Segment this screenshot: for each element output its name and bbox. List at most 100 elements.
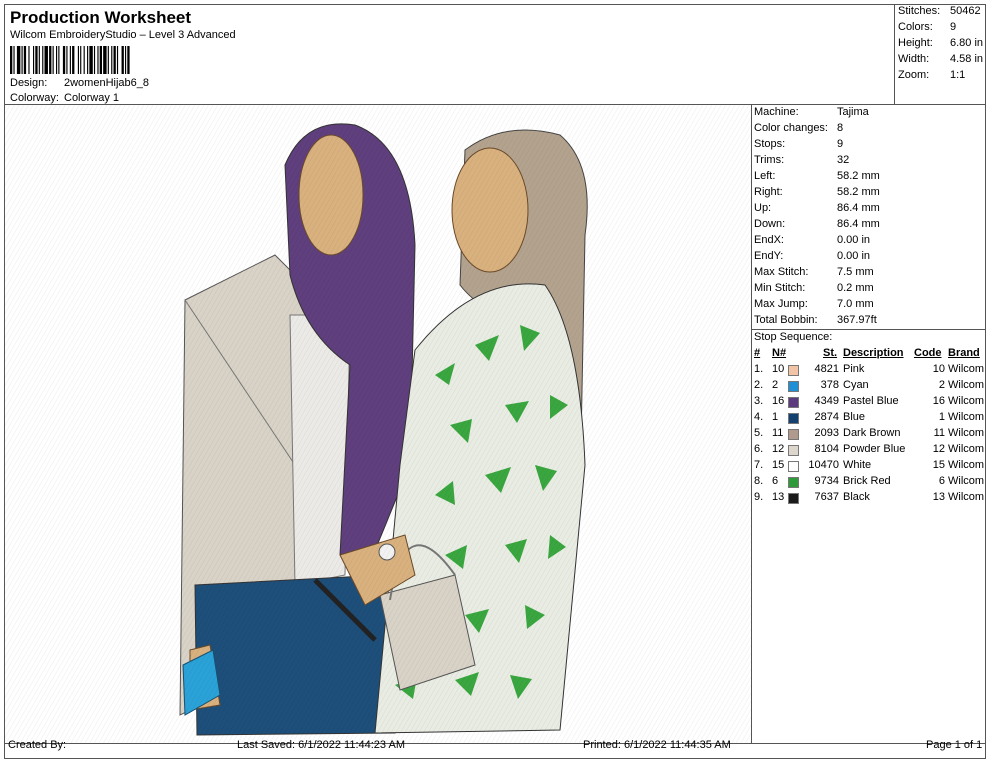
- stop-stitches: 378: [820, 379, 839, 391]
- stop-needle: 2: [772, 379, 779, 391]
- colorway-label: Colorway:: [10, 92, 59, 104]
- stop-num: 9.: [754, 491, 764, 503]
- col-st-header: St.: [823, 347, 838, 359]
- info-value: 8: [837, 122, 844, 134]
- stop-row: 6. 12 8104 Powder Blue 12 Wilcom: [751, 443, 986, 459]
- stop-description: Pink: [843, 363, 865, 375]
- color-swatch: [788, 413, 799, 424]
- stop-num: 2.: [754, 379, 764, 391]
- info-label: Up:: [754, 202, 772, 214]
- stop-stitches: 4349: [814, 395, 839, 407]
- info-row: Total Bobbin: 367.97ft: [751, 314, 986, 330]
- stop-num: 1.: [754, 363, 764, 375]
- summary-label: Stitches:: [898, 5, 941, 17]
- stop-brand: Wilcom: [948, 427, 985, 439]
- info-label: Min Stitch:: [754, 282, 806, 294]
- stop-row: 3. 16 4349 Pastel Blue 16 Wilcom: [751, 395, 986, 411]
- summary-row: Height: 6.80 in: [898, 37, 986, 52]
- stop-code: 1: [938, 411, 945, 423]
- stop-needle: 6: [772, 475, 779, 487]
- info-label: EndX:: [754, 234, 784, 246]
- summary-row: Zoom: 1:1: [898, 69, 986, 84]
- summary-label: Width:: [898, 53, 930, 65]
- info-row: EndX: 0.00 in: [751, 234, 986, 250]
- info-row: Color changes: 8: [751, 122, 986, 138]
- stop-stitches: 8104: [814, 443, 839, 455]
- stop-brand: Wilcom: [948, 363, 985, 375]
- summary-divider: [894, 5, 895, 105]
- stop-row: 4. 1 2874 Blue 1 Wilcom: [751, 411, 986, 427]
- info-value: 367.97ft: [837, 314, 877, 326]
- summary-label: Zoom:: [898, 69, 930, 81]
- page-number: Page 1 of 1: [926, 739, 983, 751]
- color-swatch: [788, 397, 799, 408]
- color-swatch: [788, 381, 799, 392]
- stop-divider: [751, 329, 986, 330]
- stop-row: 7. 15 10470 White 15 Wilcom: [751, 459, 986, 475]
- info-row: Min Stitch: 0.2 mm: [751, 282, 986, 298]
- stop-brand: Wilcom: [948, 379, 985, 391]
- footer-divider: [5, 743, 985, 744]
- info-row: Left: 58.2 mm: [751, 170, 986, 186]
- info-row: Up: 86.4 mm: [751, 202, 986, 218]
- info-row: Stops: 9: [751, 138, 986, 154]
- info-label: EndY:: [754, 250, 784, 262]
- worksheet-title: Production Worksheet: [10, 8, 192, 27]
- summary-row: Width: 4.58 in: [898, 53, 986, 68]
- stop-needle: 15: [772, 459, 785, 471]
- summary-row: Stitches: 50462: [898, 5, 986, 20]
- color-swatch: [788, 493, 799, 504]
- info-row: EndY: 0.00 in: [751, 250, 986, 266]
- stop-brand: Wilcom: [948, 459, 985, 471]
- info-value: 32: [837, 154, 850, 166]
- stop-brand: Wilcom: [948, 443, 985, 455]
- stop-num: 8.: [754, 475, 764, 487]
- stop-description: Pastel Blue: [843, 395, 899, 407]
- info-row: Max Jump: 7.0 mm: [751, 298, 986, 314]
- color-swatch: [788, 477, 799, 488]
- barcode: [10, 46, 130, 74]
- stop-brand: Wilcom: [948, 475, 985, 487]
- color-swatch: [788, 445, 799, 456]
- stop-row: 9. 13 7637 Black 13 Wilcom: [751, 491, 986, 507]
- color-swatch: [788, 461, 799, 472]
- stop-code: 2: [938, 379, 945, 391]
- color-swatch: [788, 429, 799, 440]
- stop-num: 4.: [754, 411, 764, 423]
- summary-value: 9: [950, 21, 957, 33]
- info-value: 9: [837, 138, 844, 150]
- stop-description: Dark Brown: [843, 427, 901, 439]
- info-label: Total Bobbin:: [754, 314, 818, 326]
- info-value: 7.5 mm: [837, 266, 874, 278]
- stop-needle: 16: [772, 395, 785, 407]
- stop-stitches: 2874: [814, 411, 839, 423]
- stop-stitches: 7637: [814, 491, 839, 503]
- stop-row: 2. 2 378 Cyan 2 Wilcom: [751, 379, 986, 395]
- info-row: Max Stitch: 7.5 mm: [751, 266, 986, 282]
- last-saved: Last Saved: 6/1/2022 11:44:23 AM: [237, 739, 405, 751]
- info-row: Down: 86.4 mm: [751, 218, 986, 234]
- info-label: Down:: [754, 218, 786, 230]
- design-value: 2womenHijab6_8: [64, 77, 149, 89]
- info-label: Right:: [754, 186, 783, 198]
- embroidery-illustration: [5, 105, 751, 743]
- stop-description: Black: [843, 491, 870, 503]
- stop-needle: 11: [772, 427, 784, 439]
- stop-needle: 12: [772, 443, 785, 455]
- stop-description: White: [843, 459, 872, 471]
- stop-row: 5. 11 2093 Dark Brown 11 Wilcom: [751, 427, 986, 443]
- stop-stitches: 10470: [808, 459, 839, 471]
- stop-stitches: 2093: [814, 427, 839, 439]
- info-value: 58.2 mm: [837, 186, 880, 198]
- software-name: Wilcom EmbroideryStudio – Level 3 Advanc…: [10, 29, 236, 41]
- info-value: 86.4 mm: [837, 218, 880, 230]
- info-label: Trims:: [754, 154, 785, 166]
- stop-code: 11: [933, 427, 945, 439]
- stop-row: 1. 10 4821 Pink 10 Wilcom: [751, 363, 986, 379]
- design-preview: [5, 105, 751, 743]
- info-row: Trims: 32: [751, 154, 986, 170]
- col-description-header: Description: [843, 347, 904, 359]
- col-n-header: N#: [772, 347, 787, 359]
- stop-code: 6: [938, 475, 945, 487]
- stop-sequence-title: Stop Sequence:: [754, 331, 833, 343]
